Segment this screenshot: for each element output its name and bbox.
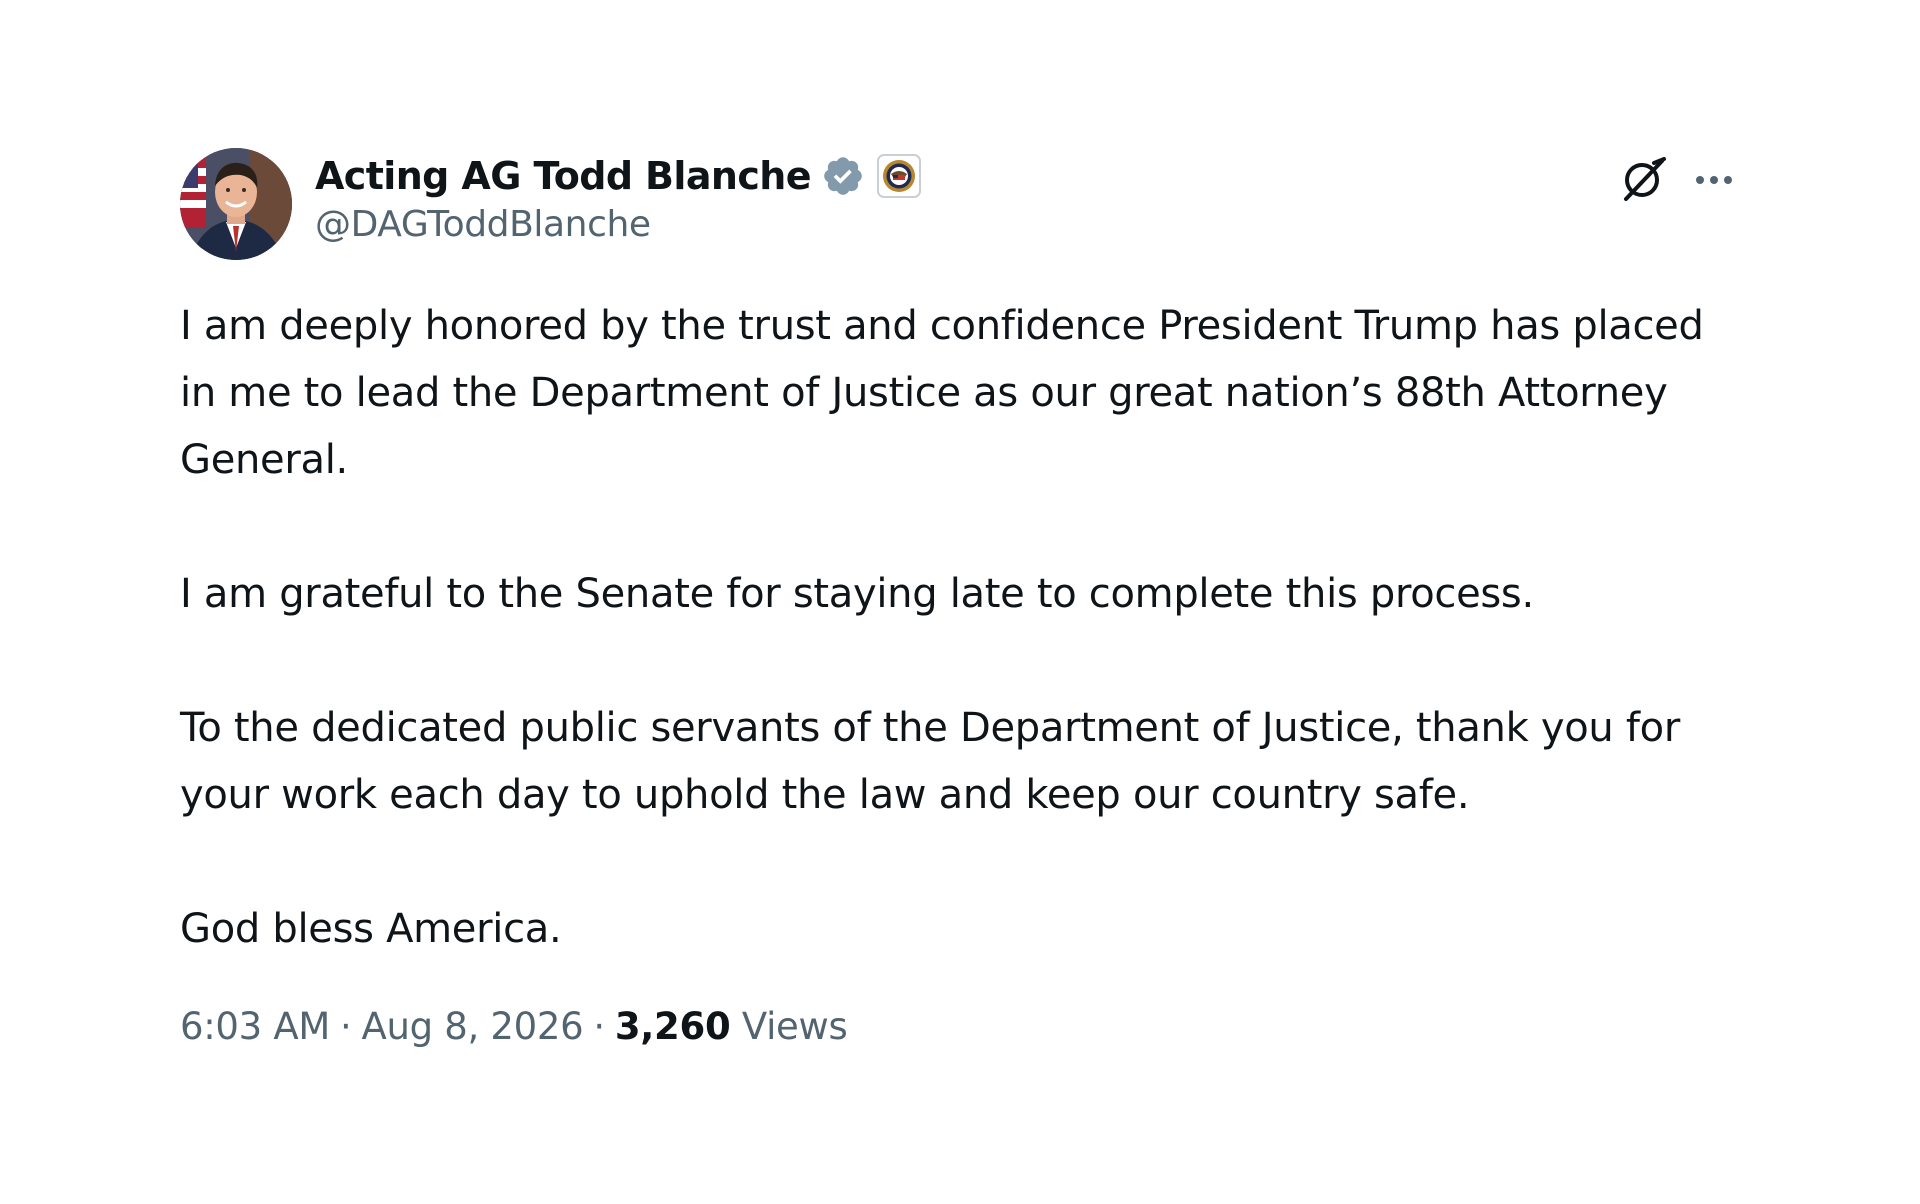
name-row: Acting AG Todd Blanche: [315, 150, 921, 202]
tweet-paragraph: I am deeply honored by the trust and con…: [180, 303, 1717, 483]
more-icon[interactable]: [1692, 158, 1736, 202]
display-name[interactable]: Acting AG Todd Blanche: [315, 154, 811, 198]
tweet-paragraph: To the dedicated public servants of the …: [180, 705, 1693, 818]
tweet-paragraph: God bless America.: [180, 906, 562, 952]
tweet-header: Acting AG Todd Blanche @DAGToddBlanche: [180, 148, 1750, 263]
grok-icon[interactable]: [1618, 153, 1670, 205]
post-date[interactable]: Aug 8, 2026: [361, 1005, 583, 1048]
meta-separator: ·: [593, 1005, 605, 1048]
verified-badge-icon[interactable]: [821, 154, 865, 198]
author-info: Acting AG Todd Blanche @DAGToddBlanche: [315, 150, 921, 245]
views-count: 3,260: [614, 1005, 731, 1048]
meta-separator: ·: [339, 1005, 352, 1048]
tweet-text: I am deeply honored by the trust and con…: [180, 293, 1740, 963]
tweet-paragraph: I am grateful to the Senate for staying …: [180, 571, 1534, 617]
author-handle[interactable]: @DAGToddBlanche: [315, 204, 921, 245]
avatar[interactable]: [180, 148, 292, 260]
tweet-meta: 6:03 AM · Aug 8, 2026 · 3,260 Views: [180, 1005, 1750, 1048]
tweet-card: Acting AG Todd Blanche @DAGToddBlanche I…: [180, 148, 1750, 1048]
post-time[interactable]: 6:03 AM: [180, 1005, 330, 1048]
views-label: Views: [741, 1005, 848, 1048]
seal-icon[interactable]: [876, 154, 921, 198]
